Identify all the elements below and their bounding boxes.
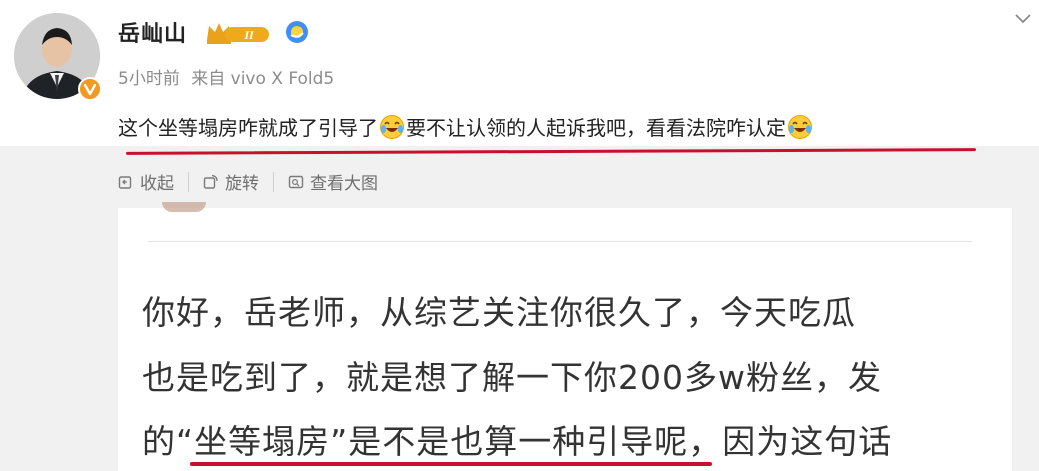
image-text-line2: 也是吃到了，就是想了解一下你200多w粉丝，发 — [142, 358, 882, 397]
laugh-cry-emoji-icon — [788, 114, 812, 139]
view-large-label: 查看大图 — [310, 174, 378, 194]
rotate-label: 旋转 — [225, 174, 259, 194]
rotate-button[interactable]: 旋转 — [203, 169, 259, 194]
post-meta: 5小时前 来自 vivo X Fold5 — [118, 64, 340, 89]
verified-icon[interactable] — [285, 20, 309, 48]
image-toolbar: 收起 旋转 查看大图 — [118, 169, 378, 194]
level-badge-text: II — [243, 28, 255, 42]
collapse-button[interactable]: 收起 — [118, 169, 174, 194]
image-divider — [148, 241, 972, 242]
laugh-cry-emoji-icon — [380, 114, 404, 139]
view-large-icon — [288, 175, 304, 188]
collapse-icon — [118, 175, 132, 189]
post-text: 这个坐等塌房咋就成了引导了 要不让认领的人起诉我吧，看看法院咋认定 — [118, 112, 814, 141]
username[interactable]: 岳屾山 — [118, 16, 187, 48]
post-time: 5小时前 — [118, 69, 180, 89]
level-badge[interactable]: II — [205, 20, 271, 50]
image-top-avatar-fragment — [162, 202, 206, 212]
chevron-down-icon[interactable] — [1014, 10, 1032, 29]
image-text-line1: 你好，岳老师，从综艺关注你很久了，今天吃瓜 — [142, 293, 856, 332]
post-text-part2: 要不让认领的人起诉我吧，看看法院咋认定 — [406, 116, 786, 140]
view-large-button[interactable]: 查看大图 — [288, 169, 378, 194]
vip-badge-icon — [78, 77, 102, 101]
toolbar-divider — [273, 171, 274, 192]
post-source[interactable]: 来自 vivo X Fold5 — [191, 69, 334, 89]
post-image[interactable]: 你好，岳老师，从综艺关注你很久了，今天吃瓜 也是吃到了，就是想了解一下你200多… — [118, 202, 1012, 471]
post-text-part1: 这个坐等塌房咋就成了引导了 — [118, 116, 378, 140]
rotate-icon — [203, 174, 218, 189]
red-underline-annotation — [190, 462, 712, 466]
toolbar-divider — [188, 171, 189, 192]
collapse-label: 收起 — [140, 174, 174, 194]
image-text-line3: 的“坐等塌房”是不是也算一种引导呢，因为这句话 — [142, 422, 893, 461]
